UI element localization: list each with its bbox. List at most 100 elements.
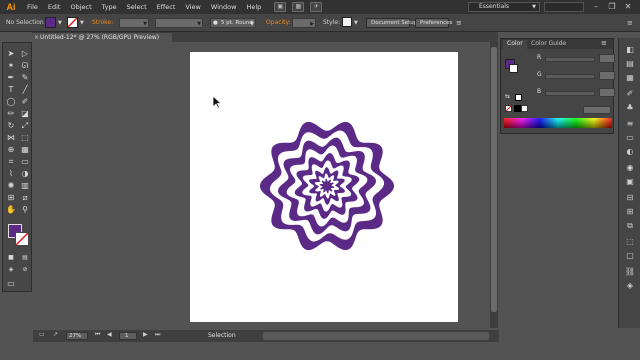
first-artboard-icon[interactable]: ⏮ (95, 331, 100, 339)
none-mode-icon[interactable]: ⊘ (20, 265, 30, 275)
menu-file[interactable]: File (22, 0, 43, 14)
eraser-tool-icon[interactable]: ◪ (20, 109, 30, 119)
variable-width-profile[interactable]: ▼ (155, 18, 203, 28)
column-graph-tool-icon[interactable]: ▥ (20, 181, 30, 191)
channel-r-slider[interactable] (545, 57, 595, 62)
brush-definition[interactable]: ● 5 pt. Round ▼ (210, 18, 256, 28)
channel-g-slider[interactable] (545, 74, 595, 79)
symbols-icon[interactable]: ♣ (624, 102, 636, 113)
curvature-tool-icon[interactable]: ✎ (20, 73, 30, 83)
menu-select[interactable]: Select (122, 0, 152, 14)
zoom-tool-icon[interactable]: ⚲ (20, 205, 30, 215)
stroke-label[interactable]: Stroke: (92, 18, 113, 28)
transparency-icon[interactable]: ◐ (624, 146, 636, 157)
align-icon[interactable]: ≡ (456, 18, 462, 28)
chevron-down-icon[interactable]: ▼ (80, 18, 84, 28)
document-setup-button[interactable]: Document Setup (366, 18, 417, 28)
tab-color-guide[interactable]: Color Guide (527, 40, 570, 49)
close-button[interactable]: ✕ (622, 1, 634, 12)
minimize-button[interactable]: – (590, 1, 602, 12)
white-swatch[interactable] (521, 105, 528, 112)
tab-color[interactable]: Color (503, 40, 527, 49)
color-mode-icon[interactable]: ■ (6, 253, 16, 263)
type-tool-icon[interactable]: T (6, 85, 16, 95)
hand-tool-icon[interactable]: ✋ (6, 205, 16, 215)
zoom-level-field[interactable]: 27% (66, 332, 88, 340)
slice-tool-icon[interactable]: ⧄ (20, 193, 30, 203)
pencil-tool-icon[interactable]: ✏ (6, 109, 16, 119)
mesh-tool-icon[interactable]: ⌗ (6, 157, 16, 167)
menu-effect[interactable]: Effect (152, 0, 181, 14)
selection-tool-icon[interactable]: ➤ (6, 49, 16, 59)
ellipse-tool-icon[interactable]: ◯ (6, 97, 16, 107)
artboard-tool-icon[interactable]: ⊞ (6, 193, 16, 203)
artboard-nav-icon[interactable]: ▭ (39, 331, 45, 338)
swatches-icon[interactable]: ▦ (624, 72, 636, 83)
brushes-icon[interactable]: ✐ (624, 88, 636, 99)
document-tab[interactable]: × Untitled-12* @ 27% (RGB/GPU Preview) (32, 32, 172, 42)
appearance-icon[interactable]: ◉ (624, 162, 636, 173)
preferences-button[interactable]: Preferences (415, 18, 452, 28)
pathfinder-icon[interactable]: ⧉ (624, 220, 636, 231)
stroke-color-swatch[interactable] (67, 17, 78, 28)
last-artboard-icon[interactable]: ⏭ (155, 331, 160, 339)
bridge-icon[interactable]: ▣ (274, 2, 287, 12)
shape-builder-tool-icon[interactable]: ⊕ (6, 145, 16, 155)
channel-b-value[interactable] (599, 88, 615, 97)
stroke-panel-icon[interactable]: ≡ (624, 118, 636, 129)
draw-mode-icon[interactable]: ◈ (6, 265, 16, 275)
none-color-icon[interactable] (505, 105, 512, 112)
artboards-panel-icon[interactable]: ▢ (624, 250, 636, 261)
fill-color-swatch[interactable] (45, 17, 56, 28)
menu-help[interactable]: Help (241, 0, 266, 14)
stroke-weight-field[interactable]: ▼ (119, 18, 149, 28)
previous-artboard-icon[interactable]: ◀ (107, 331, 112, 338)
hex-field[interactable] (583, 106, 611, 114)
chevron-down-icon[interactable]: ▼ (354, 18, 358, 28)
arrange-documents-icon[interactable]: ▦ (292, 2, 305, 12)
perspective-grid-tool-icon[interactable]: ▦ (20, 145, 30, 155)
menu-window[interactable]: Window (206, 0, 242, 14)
graphic-styles-icon[interactable]: ▣ (624, 176, 636, 187)
gradient-panel-icon[interactable]: ▭ (624, 132, 636, 143)
channel-b-slider[interactable] (545, 91, 595, 96)
restore-button[interactable]: ❐ (606, 1, 618, 12)
graphic-style-swatch[interactable] (342, 17, 352, 27)
next-artboard-icon[interactable]: ▶ (143, 331, 148, 338)
eyedropper-tool-icon[interactable]: ⌇ (6, 169, 16, 179)
free-transform-tool-icon[interactable]: ⬚ (20, 133, 30, 143)
transform-panel-icon[interactable]: ⊞ (624, 206, 636, 217)
menu-object[interactable]: Object (65, 0, 96, 14)
screen-mode-icon[interactable]: ▭ (6, 279, 16, 289)
default-colors-icon[interactable] (515, 94, 522, 101)
panel-menu-icon[interactable]: ≡ (601, 39, 607, 47)
export-icon[interactable]: ↗ (53, 331, 58, 338)
scale-tool-icon[interactable]: ⤢ (20, 121, 30, 131)
color-guide-icon[interactable]: ▤ (624, 58, 636, 69)
gradient-mode-icon[interactable]: ▤ (20, 253, 30, 263)
channel-r-value[interactable] (599, 54, 615, 63)
gradient-tool-icon[interactable]: ▭ (20, 157, 30, 167)
panel-menu-icon[interactable]: ≡ (627, 18, 633, 28)
menu-view[interactable]: View (180, 0, 205, 14)
search-input[interactable] (544, 2, 584, 12)
swap-colors-icon[interactable]: ⇆ (505, 93, 510, 100)
horizontal-scrollbar[interactable] (263, 332, 489, 340)
wavy-concentric-flower-artwork[interactable] (258, 115, 396, 257)
menu-type[interactable]: Type (97, 0, 122, 14)
color-panel-icon[interactable]: ◧ (624, 44, 636, 55)
line-tool-icon[interactable]: ╱ (20, 85, 30, 95)
opacity-label[interactable]: Opacity: (266, 18, 291, 28)
symbol-sprayer-tool-icon[interactable]: ✺ (6, 181, 16, 191)
artboard-number-field[interactable]: 1 (119, 332, 137, 340)
pen-tool-icon[interactable]: ✒ (6, 73, 16, 83)
lasso-tool-icon[interactable]: ᘏ (20, 61, 30, 71)
direct-selection-tool-icon[interactable]: ▷ (20, 49, 30, 59)
chevron-down-icon[interactable]: ▼ (58, 18, 62, 28)
blend-tool-icon[interactable]: ◑ (20, 169, 30, 179)
rotate-tool-icon[interactable]: ↻ (6, 121, 16, 131)
close-tab-icon[interactable]: × (34, 34, 39, 41)
gpu-icon[interactable]: ✈ (310, 2, 323, 12)
align-panel-icon[interactable]: ⊟ (624, 192, 636, 203)
menu-edit[interactable]: Edit (43, 0, 66, 14)
